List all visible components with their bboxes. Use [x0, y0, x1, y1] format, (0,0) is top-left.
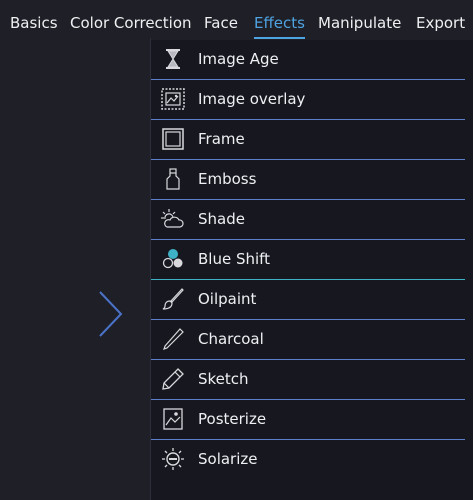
left-pane — [0, 38, 150, 500]
menu-item-posterize[interactable]: Posterize — [151, 400, 473, 440]
menu-item-sketch[interactable]: Sketch — [151, 360, 473, 400]
menu-item-blue-shift[interactable]: Blue Shift — [151, 240, 473, 280]
menu-item-label: Image overlay — [198, 90, 306, 108]
tab-basics[interactable]: Basics — [10, 0, 58, 38]
pencil-icon — [161, 367, 185, 391]
image-overlay-icon — [161, 87, 185, 111]
brush-icon — [161, 287, 185, 311]
menu-item-oilpaint[interactable]: Oilpaint — [151, 280, 473, 320]
tab-color-correction[interactable]: Color Correction — [70, 0, 192, 38]
chevron-right-icon[interactable] — [96, 290, 126, 340]
menu-item-label: Shade — [198, 210, 245, 228]
menu-item-image-age[interactable]: Image Age — [151, 40, 473, 80]
poster-icon — [161, 407, 185, 431]
tab-manipulate[interactable]: Manipulate — [318, 0, 401, 38]
menu-item-label: Charcoal — [198, 330, 264, 348]
menu-item-label: Emboss — [198, 170, 257, 188]
charcoal-stick-icon — [161, 327, 185, 351]
sun-cloud-icon — [161, 207, 185, 231]
tab-face[interactable]: Face — [204, 0, 238, 38]
bottle-icon — [161, 167, 185, 191]
menu-item-emboss[interactable]: Emboss — [151, 160, 473, 200]
top-tab-bar: Basics Color Correction Face Effects Man… — [0, 0, 473, 39]
tab-effects[interactable]: Effects — [254, 0, 305, 39]
menu-item-label: Image Age — [198, 50, 279, 68]
menu-item-label: Sketch — [198, 370, 249, 388]
menu-item-label: Frame — [198, 130, 245, 148]
menu-item-solarize[interactable]: Solarize — [151, 440, 473, 478]
solar-icon — [161, 447, 185, 471]
menu-item-charcoal[interactable]: Charcoal — [151, 320, 473, 360]
tab-export[interactable]: Export — [416, 0, 465, 38]
menu-item-shade[interactable]: Shade — [151, 200, 473, 240]
menu-item-label: Solarize — [198, 450, 258, 468]
menu-item-label: Blue Shift — [198, 250, 271, 268]
effects-menu: Image Age Image overlay Frame Emboss Sha… — [151, 40, 473, 500]
menu-item-image-overlay[interactable]: Image overlay — [151, 80, 473, 120]
menu-item-label: Oilpaint — [198, 290, 257, 308]
menu-item-frame[interactable]: Frame — [151, 120, 473, 160]
color-dots-icon — [161, 247, 185, 271]
hourglass-icon — [161, 47, 185, 71]
frame-icon — [161, 127, 185, 151]
menu-item-label: Posterize — [198, 410, 267, 428]
